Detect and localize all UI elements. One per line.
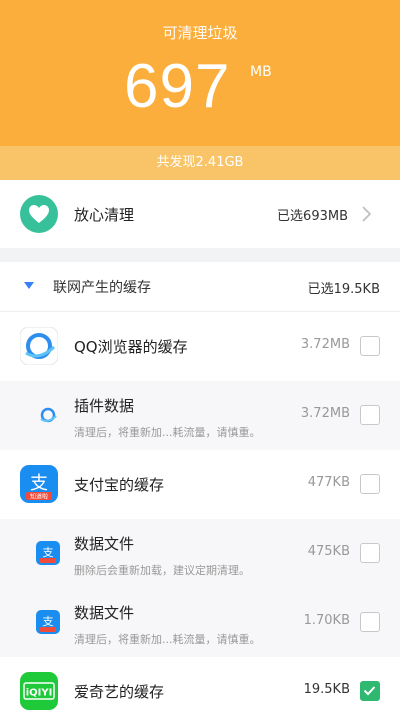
group-selected-value: 已选19.5KB — [307, 282, 380, 297]
network-cache-group: 联网产生的缓存 已选19.5KB QQ浏览器的缓存 3.72MB 插件数据 清理… — [0, 262, 400, 711]
header-caption: 可清理垃圾 — [162, 24, 238, 42]
item-checkbox[interactable] — [360, 474, 380, 494]
iqiyi-icon: iQIYI — [20, 672, 58, 710]
list-item-alipay[interactable]: 支 知道啦 支付宝的缓存 477KB — [0, 450, 400, 519]
junk-summary-header: 可清理垃圾 697 MB — [0, 0, 400, 146]
item-name: 数据文件 — [74, 604, 135, 622]
list-item-iqiyi[interactable]: iQIYI 爱奇艺的缓存 19.5KB — [0, 657, 400, 711]
item-size: 1.70KB — [303, 613, 350, 628]
item-checkbox[interactable] — [360, 405, 380, 425]
list-item-qq-browser[interactable]: QQ浏览器的缓存 3.72MB — [0, 312, 400, 381]
check-icon — [363, 686, 376, 696]
alipay-small-icon: 支 — [36, 541, 60, 565]
item-size: 477KB — [307, 475, 350, 490]
item-checkbox[interactable] — [360, 612, 380, 632]
junk-amount-unit: MB — [250, 64, 272, 80]
item-size: 3.72MB — [300, 406, 350, 421]
chevron-right-icon — [362, 206, 372, 222]
collapse-triangle-icon — [24, 282, 34, 289]
qq-browser-small-icon — [38, 405, 58, 425]
safe-clean-value: 已选693MB — [277, 209, 348, 224]
junk-amount: 697 MB — [0, 52, 400, 122]
item-checkbox[interactable] — [360, 336, 380, 356]
alipay-tag: 知道啦 — [30, 493, 48, 501]
item-size: 19.5KB — [303, 682, 350, 697]
found-total: 共发现2.41GB — [0, 146, 400, 180]
group-title: 联网产生的缓存 — [53, 280, 151, 296]
junk-amount-number: 697 — [124, 52, 231, 121]
alipay-glyph: 支 — [43, 615, 54, 628]
item-desc: 删除后会重新加载，建议定期清理。 — [74, 564, 250, 577]
item-name: QQ浏览器的缓存 — [74, 338, 188, 356]
item-desc: 清理后，将重新加...耗流量，请慎重。 — [74, 633, 261, 646]
alipay-glyph: 支 — [43, 546, 54, 559]
alipay-glyph: 支 — [30, 473, 48, 494]
item-name: 爱奇艺的缓存 — [74, 683, 165, 701]
alipay-small-icon: 支 — [36, 610, 60, 634]
list-item-data-file-1[interactable]: 支 数据文件 删除后会重新加载，建议定期清理。 475KB — [0, 519, 400, 588]
safe-clean-row[interactable]: 放心清理 已选693MB — [0, 180, 400, 248]
qq-browser-icon — [19, 326, 59, 366]
item-size: 3.72MB — [300, 337, 350, 352]
item-desc: 清理后，将重新加...耗流量，请慎重。 — [74, 426, 261, 439]
list-item-plugin-data[interactable]: 插件数据 清理后，将重新加...耗流量，请慎重。 3.72MB — [0, 381, 400, 450]
item-name: 支付宝的缓存 — [74, 476, 165, 494]
iqiyi-logo-text: iQIYI — [26, 688, 53, 699]
safe-clean-label: 放心清理 — [74, 206, 135, 224]
list-item-data-file-2[interactable]: 支 数据文件 清理后，将重新加...耗流量，请慎重。 1.70KB — [0, 588, 400, 657]
heart-icon — [20, 195, 58, 233]
item-checkbox-checked[interactable] — [360, 681, 380, 701]
alipay-icon: 支 知道啦 — [20, 465, 58, 503]
item-checkbox[interactable] — [360, 543, 380, 563]
group-header[interactable]: 联网产生的缓存 已选19.5KB — [0, 262, 400, 312]
item-size: 475KB — [307, 544, 350, 559]
item-name: 插件数据 — [74, 397, 135, 415]
item-name: 数据文件 — [74, 535, 135, 553]
